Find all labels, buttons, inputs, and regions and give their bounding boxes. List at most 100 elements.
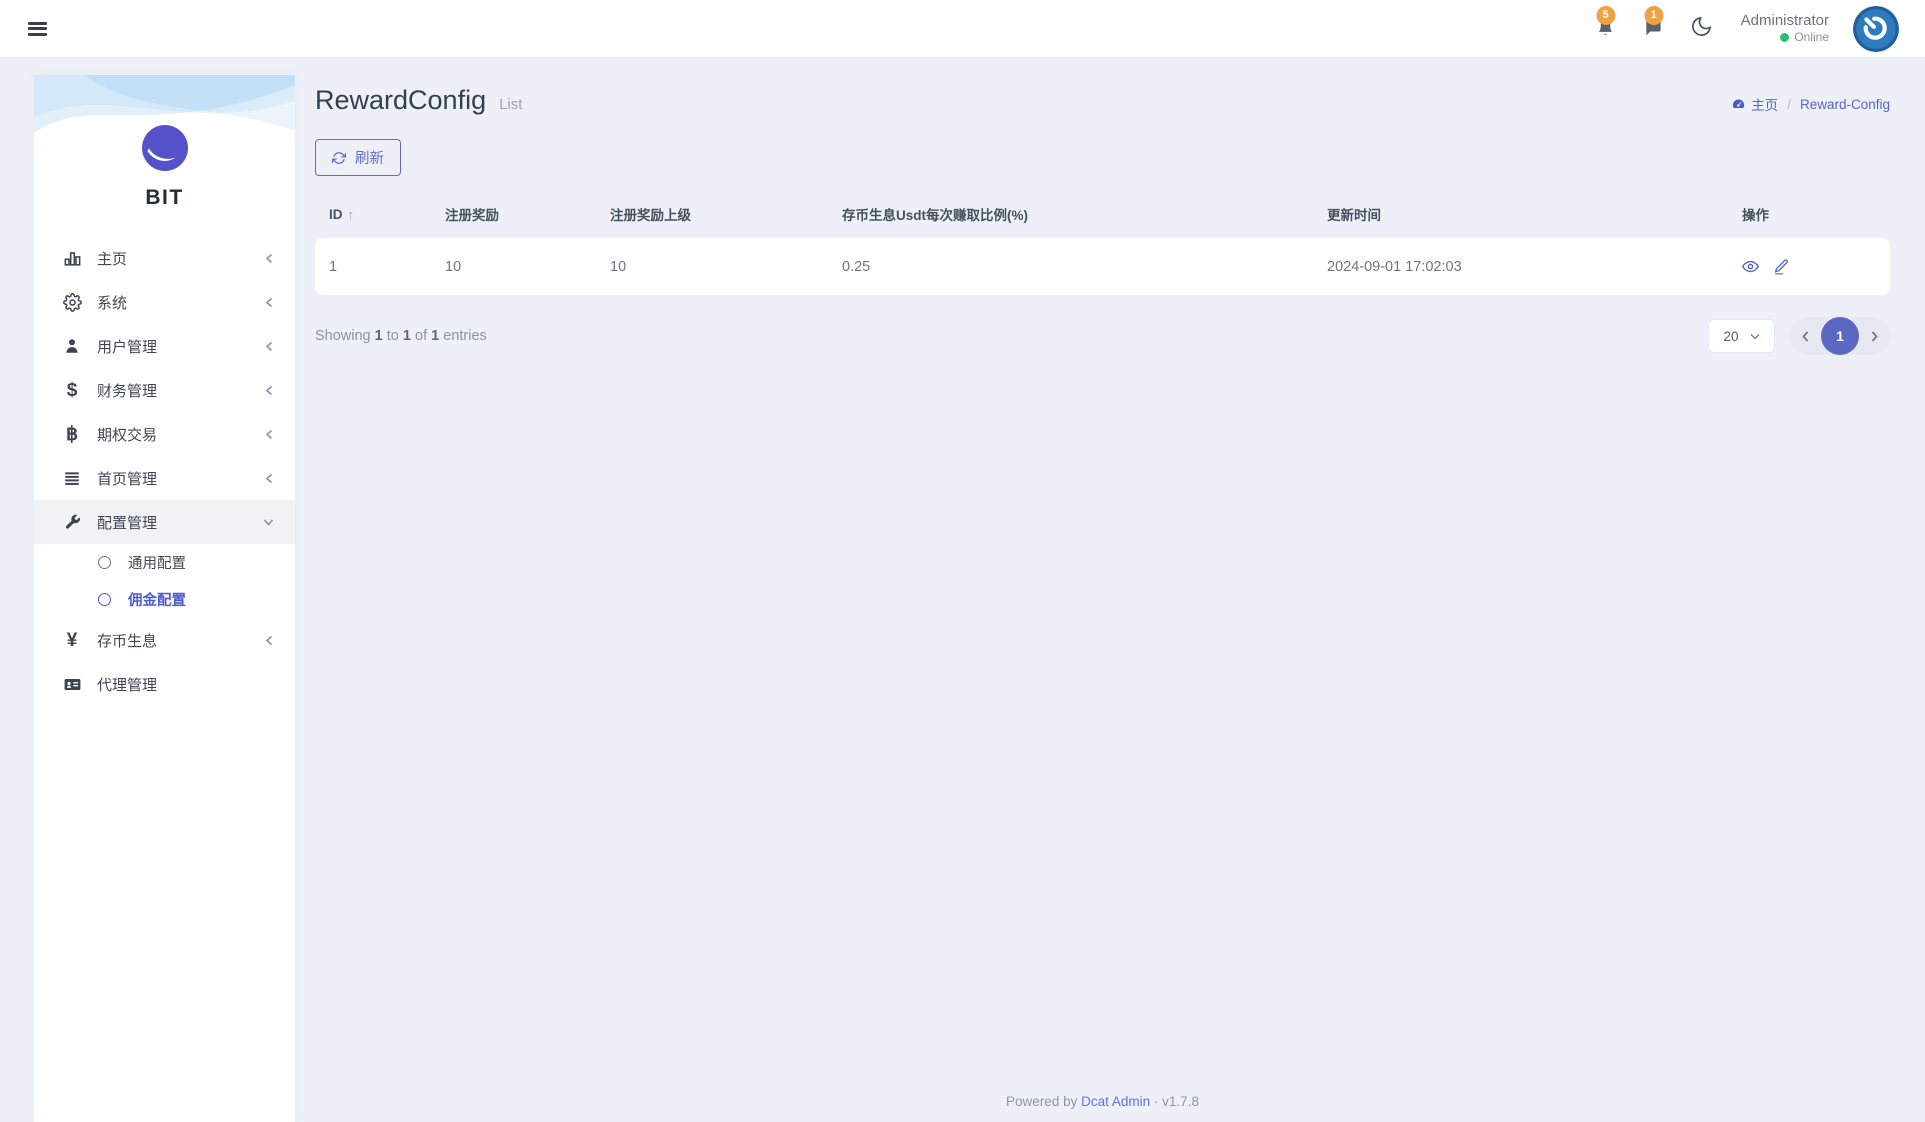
column-header-id[interactable]: ID↑: [315, 192, 435, 232]
page-title: RewardConfig: [315, 85, 486, 116]
sidebar-menu: 主页 系统 用户管理: [34, 236, 295, 706]
messages-button[interactable]: 1: [1642, 16, 1666, 42]
next-page-button[interactable]: [1859, 330, 1890, 343]
page-size-value: 20: [1723, 329, 1738, 344]
cell-register-reward-parent: 10: [600, 238, 832, 295]
sidebar-item-label: 配置管理: [97, 512, 262, 533]
cell-id: 1: [315, 238, 435, 295]
breadcrumb: 主页 / Reward-Config: [1731, 94, 1890, 114]
chevron-left-icon: [264, 296, 275, 309]
chevron-left-icon: [264, 252, 275, 265]
sidebar-item-homepage-management[interactable]: 首页管理: [34, 456, 295, 500]
top-navbar: 5 1 Administrator Online: [0, 0, 1925, 57]
table-row: 1 10 10 0.25 2024-09-01 17:02:03: [315, 238, 1890, 295]
list-bars-icon: [60, 469, 84, 487]
sidebar-item-system[interactable]: 系统: [34, 280, 295, 324]
column-header-usdt-ratio: 存币生息Usdt每次赚取比例(%): [832, 192, 1317, 232]
sidebar-item-agent-management[interactable]: 代理管理: [34, 662, 295, 706]
sidebar-item-home[interactable]: 主页: [34, 236, 295, 280]
column-header-register-reward: 注册奖励: [435, 192, 600, 232]
bit-logo-icon: [141, 124, 189, 172]
sidebar-item-options-trading[interactable]: ฿ 期权交易: [34, 412, 295, 456]
sidebar: BIT 主页 系统: [34, 75, 295, 1122]
notifications-bell-button[interactable]: 5: [1594, 16, 1618, 42]
sidebar-subitem-commission-config[interactable]: 佣金配置: [34, 581, 295, 618]
breadcrumb-separator: /: [1787, 97, 1791, 112]
sidebar-item-label: 首页管理: [97, 468, 264, 489]
chevron-left-icon: [264, 384, 275, 397]
pagination-control: 1: [1790, 317, 1890, 355]
user-name: Administrator: [1741, 12, 1829, 31]
user-menu[interactable]: Administrator Online: [1741, 12, 1829, 46]
column-header-actions: 操作: [1732, 192, 1890, 232]
sidebar-subitem-general-config[interactable]: 通用配置: [34, 544, 295, 581]
sidebar-item-label: 存币生息: [97, 630, 264, 651]
sidebar-item-finance-management[interactable]: $ 财务管理: [34, 368, 295, 412]
gear-icon: [60, 293, 84, 312]
edit-pencil-icon[interactable]: [1773, 258, 1790, 275]
dark-mode-toggle[interactable]: [1690, 15, 1713, 43]
sidebar-item-label: 用户管理: [97, 336, 264, 357]
bitcoin-icon: ฿: [60, 425, 84, 444]
prev-page-button[interactable]: [1790, 330, 1821, 343]
cell-register-reward: 10: [435, 238, 600, 295]
view-eye-icon[interactable]: [1742, 258, 1759, 275]
yen-icon: ¥: [60, 631, 84, 650]
wrench-icon: [60, 513, 84, 531]
left-gutter: [0, 57, 34, 1122]
footer-powered-by: Powered by: [1006, 1094, 1077, 1109]
column-header-updated-at: 更新时间: [1317, 192, 1732, 232]
sidebar-item-user-management[interactable]: 用户管理: [34, 324, 295, 368]
id-card-icon: [60, 675, 84, 694]
user-status-label: Online: [1794, 30, 1829, 45]
sidebar-item-deposit-interest[interactable]: ¥ 存币生息: [34, 618, 295, 662]
pagination-summary: Showing 1 to 1 of 1 entries: [315, 328, 487, 344]
online-status-dot: [1780, 33, 1789, 42]
main-content: RewardConfig List 主页 / Reward-Config 刷新: [295, 57, 1925, 1122]
chevron-left-icon: [264, 428, 275, 441]
user-icon: [60, 337, 84, 355]
sidebar-item-label: 系统: [97, 292, 264, 313]
avatar[interactable]: [1853, 6, 1899, 52]
chevron-left-icon: [264, 472, 275, 485]
sidebar-subitem-label: 通用配置: [128, 552, 186, 573]
chevron-left-icon: [264, 340, 275, 353]
footer-separator: ·: [1154, 1094, 1159, 1109]
avatar-power-logo-icon: [1853, 6, 1899, 52]
cell-usdt-ratio: 0.25: [832, 238, 1317, 295]
sidebar-item-label: 财务管理: [97, 380, 264, 401]
chevron-down-icon: [1750, 333, 1760, 340]
dcat-admin-link[interactable]: Dcat Admin: [1081, 1094, 1150, 1109]
chevron-left-icon: [264, 634, 275, 647]
page-subtitle: List: [499, 96, 522, 113]
logo-text: BIT: [34, 186, 295, 210]
refresh-icon: [332, 151, 346, 165]
breadcrumb-home-link[interactable]: 主页: [1731, 94, 1778, 114]
chevron-down-icon: [262, 517, 275, 528]
dollar-icon: $: [60, 381, 84, 400]
page-size-select[interactable]: 20: [1708, 319, 1775, 353]
hamburger-menu-icon[interactable]: [28, 22, 47, 36]
dashboard-gauge-icon: [1731, 97, 1746, 112]
bell-badge: 5: [1596, 6, 1615, 25]
sidebar-item-config-management[interactable]: 配置管理: [34, 500, 295, 544]
footer: Powered by Dcat Admin · v1.7.8: [315, 1094, 1890, 1109]
breadcrumb-current: Reward-Config: [1800, 97, 1890, 112]
circle-icon: [98, 593, 111, 606]
moon-icon: [1690, 15, 1713, 43]
sidebar-item-label: 主页: [97, 248, 264, 269]
sidebar-subitem-label: 佣金配置: [128, 589, 186, 610]
message-badge: 1: [1644, 6, 1663, 25]
cell-updated-at: 2024-09-01 17:02:03: [1317, 238, 1732, 295]
column-header-register-reward-parent: 注册奖励上级: [600, 192, 832, 232]
footer-version: v1.7.8: [1162, 1094, 1199, 1109]
table-header-row: ID↑ 注册奖励 注册奖励上级 存币生息Usdt每次赚取比例(%) 更新时间 操…: [315, 192, 1890, 232]
chevron-left-icon: [1801, 330, 1810, 343]
sidebar-item-label: 期权交易: [97, 424, 264, 445]
chart-bar-icon: [60, 249, 84, 268]
sort-asc-icon: ↑: [348, 207, 355, 222]
current-page-button[interactable]: 1: [1821, 317, 1859, 355]
refresh-button[interactable]: 刷新: [315, 139, 401, 176]
chevron-right-icon: [1870, 330, 1879, 343]
sidebar-item-label: 代理管理: [97, 674, 275, 695]
